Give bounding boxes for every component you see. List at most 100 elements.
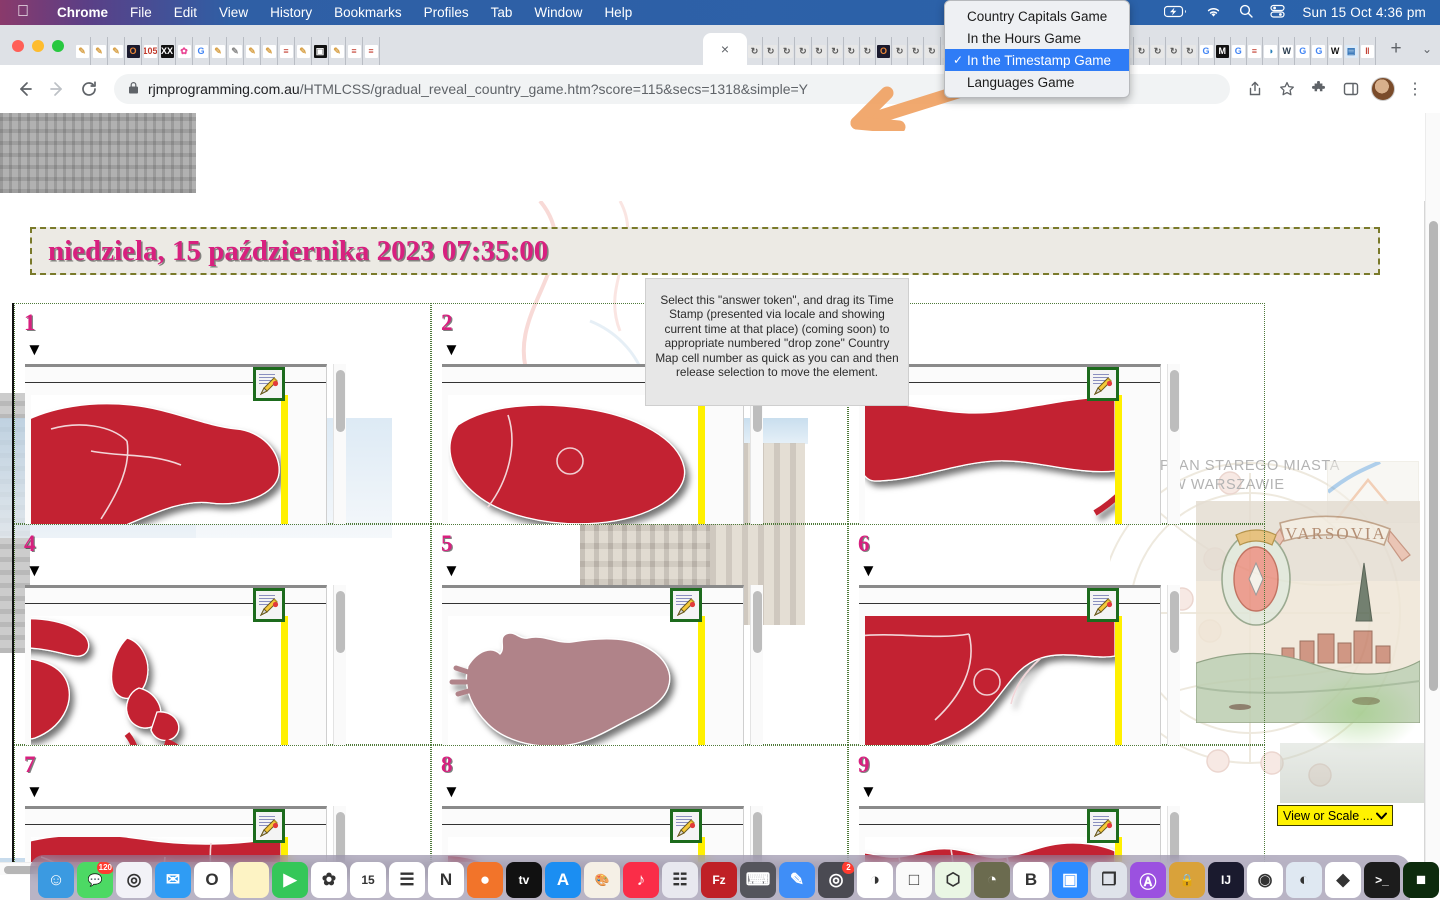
share-icon[interactable] [1240, 74, 1270, 104]
dock-icon-launchpad[interactable]: ☷ [662, 862, 698, 898]
browser-tab-50[interactable]: G [1230, 37, 1247, 65]
country-map-image[interactable] [31, 616, 281, 745]
chevron-down-icon[interactable]: ▼ [443, 783, 460, 800]
browser-tab-7[interactable]: ✿ [176, 37, 193, 65]
edit-pencil-icon[interactable] [670, 588, 702, 622]
dock-icon-photos[interactable]: ✿ [311, 862, 347, 898]
browser-tab-9[interactable]: ✎ [210, 37, 227, 65]
browser-tab-48[interactable]: G [1198, 37, 1215, 65]
dock-icon-news[interactable]: N [428, 862, 464, 898]
browser-tab-58[interactable]: ‖ [1359, 37, 1376, 65]
dock-icon-facetime[interactable]: ▶ [272, 862, 308, 898]
menu-item-window[interactable]: Window [523, 5, 593, 20]
country-map-image[interactable] [865, 395, 1115, 524]
extensions-puzzle-icon[interactable] [1304, 74, 1334, 104]
edit-pencil-icon[interactable] [253, 809, 285, 843]
dock-icon-maps[interactable]: ⬡ [935, 862, 971, 898]
apple-logo-icon[interactable]:  [0, 3, 46, 22]
browser-tab-56[interactable]: W [1327, 37, 1344, 65]
edit-pencil-icon[interactable] [253, 367, 285, 401]
menu-option-in-the-timestamp[interactable]: ✓ In the Timestamp Game [945, 49, 1129, 71]
browser-tab-57[interactable]: ▤ [1343, 37, 1360, 65]
browser-tab-53[interactable]: W [1279, 37, 1296, 65]
dock-icon-ethereum[interactable]: ◆ [1325, 862, 1361, 898]
chevron-down-icon[interactable]: ▼ [860, 562, 877, 579]
browser-tab-21[interactable]: ↻ [763, 37, 780, 65]
browser-tab-44[interactable]: ↻ [1134, 37, 1151, 65]
dock-icon-apple-tv[interactable]: tv [506, 862, 542, 898]
menu-item-help[interactable]: Help [593, 5, 643, 20]
browser-tab-3[interactable]: ✎ [108, 37, 125, 65]
side-panel-icon[interactable] [1336, 74, 1366, 104]
edit-pencil-icon[interactable] [1087, 588, 1119, 622]
back-button[interactable] [10, 74, 40, 104]
reload-button[interactable] [74, 74, 104, 104]
dock-icon-terminal-green[interactable]: ■ [1403, 862, 1439, 898]
menu-item-tab[interactable]: Tab [480, 5, 524, 20]
dock-icon-notes[interactable] [233, 862, 269, 898]
browser-tab-10[interactable]: ✎ [227, 37, 244, 65]
dock-icon-gimp[interactable]: ◑ [857, 862, 893, 898]
browser-tab-12[interactable]: ✎ [261, 37, 278, 65]
browser-tab-52[interactable]: ◑ [1263, 37, 1280, 65]
chevron-down-icon[interactable]: ▼ [26, 341, 43, 358]
dock-icon-messages[interactable]: 💬 120 [77, 862, 113, 898]
edit-pencil-icon[interactable] [670, 809, 702, 843]
cell-scrollbar[interactable] [1167, 585, 1180, 745]
browser-tab-27[interactable]: ↻ [859, 37, 876, 65]
browser-tab-28[interactable]: O [876, 37, 893, 65]
dock-icon-paint[interactable]: 🎨 [584, 862, 620, 898]
search-icon[interactable] [1239, 4, 1254, 21]
browser-tab-15[interactable]: ▣ [312, 37, 329, 65]
browser-tab-11[interactable]: ✎ [244, 37, 261, 65]
browser-tab-2[interactable]: ✎ [91, 37, 108, 65]
menu-option-in-the-hours[interactable]: In the Hours Game [945, 27, 1129, 49]
chevron-down-icon[interactable]: ▼ [443, 562, 460, 579]
close-window-button[interactable] [12, 40, 24, 52]
cell-scrollbar[interactable] [333, 364, 346, 524]
dock-icon-keychain[interactable]: 🔒 [1169, 862, 1205, 898]
country-map-image[interactable] [865, 616, 1115, 745]
menu-bar-clock[interactable]: Sun 15 Oct 4:36 pm [1302, 5, 1426, 20]
map-cell-3[interactable]: 3▼ [848, 303, 1265, 524]
browser-tab-17[interactable]: ≡ [346, 37, 363, 65]
cell-map-panel[interactable] [25, 585, 327, 745]
browser-tab-26[interactable]: ↻ [843, 37, 860, 65]
dock-icon-bbedit[interactable]: B [1013, 862, 1049, 898]
new-tab-button[interactable]: + [1382, 35, 1410, 63]
dock-icon-chrome-dock[interactable]: ◉ [1247, 862, 1283, 898]
dock-icon-target-display[interactable]: ◎ 2 [818, 862, 854, 898]
dock-icon-gimp-wilber[interactable]: ◔ [974, 862, 1010, 898]
vertical-scroll-thumb[interactable] [1429, 221, 1438, 691]
browser-tab-54[interactable]: G [1295, 37, 1312, 65]
forward-button[interactable] [42, 74, 72, 104]
edit-pencil-icon[interactable] [253, 588, 285, 622]
browser-tab-18[interactable]: ≡ [363, 37, 380, 65]
cell-map-panel[interactable] [859, 585, 1161, 745]
cell-scroll-thumb[interactable] [1170, 370, 1179, 432]
menu-item-file[interactable]: File [119, 5, 163, 20]
dock-icon-terminal[interactable]: >_ [1364, 862, 1400, 898]
chevron-down-icon[interactable]: ▼ [443, 341, 460, 358]
dock-icon-finder[interactable]: ☺ [38, 862, 74, 898]
date-time-banner[interactable]: niedziela, 15 października 2023 07:35:00 [30, 227, 1380, 275]
edit-pencil-icon[interactable] [1087, 809, 1119, 843]
menu-option-country-capitals[interactable]: Country Capitals Game [945, 5, 1129, 27]
cell-scrollbar[interactable] [333, 585, 346, 745]
minimize-window-button[interactable] [32, 40, 44, 52]
country-map-image[interactable] [448, 616, 698, 745]
cell-map-panel[interactable] [442, 585, 744, 745]
dock-icon-firefox[interactable]: ● [467, 862, 503, 898]
wifi-icon[interactable] [1205, 5, 1222, 21]
browser-tab-23[interactable]: ↻ [795, 37, 812, 65]
dock-icon-textedit[interactable]: ✎ [779, 862, 815, 898]
browser-tab-49[interactable]: M [1214, 37, 1231, 65]
dock-icon-preview[interactable]: ◐ [1286, 862, 1322, 898]
profile-avatar[interactable] [1371, 77, 1395, 101]
menu-item-history[interactable]: History [259, 5, 323, 20]
menu-option-languages[interactable]: Languages Game [945, 71, 1129, 93]
browser-tab-46[interactable]: ↻ [1166, 37, 1183, 65]
browser-tab-8[interactable]: G [193, 37, 210, 65]
cell-scroll-thumb[interactable] [336, 370, 345, 432]
country-map-image[interactable] [448, 395, 698, 524]
